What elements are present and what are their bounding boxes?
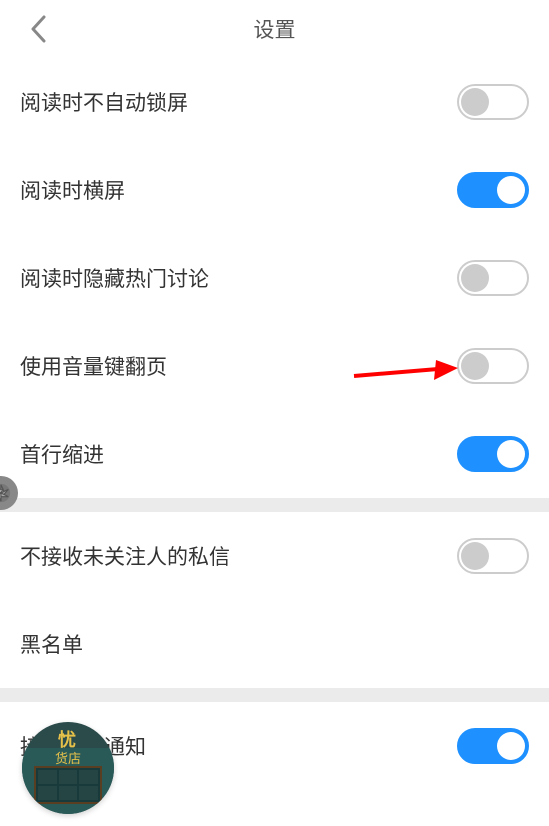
- toggle-volume-page[interactable]: [457, 348, 529, 384]
- floating-book-bubble[interactable]: 忧 货店: [22, 722, 114, 814]
- book-title-sub: 货店: [55, 748, 81, 767]
- page-title: 设置: [254, 14, 296, 44]
- row-auto-lock: 阅读时不自动锁屏: [0, 58, 549, 146]
- chevron-left-icon: [30, 15, 48, 43]
- toggle-auto-lock[interactable]: [457, 84, 529, 120]
- toggle-no-dm[interactable]: [457, 538, 529, 574]
- toggle-indent[interactable]: [457, 436, 529, 472]
- label-blacklist: 黑名单: [20, 629, 83, 659]
- section-divider: [0, 688, 549, 702]
- label-landscape: 阅读时横屏: [20, 175, 125, 205]
- section-divider: [0, 498, 549, 512]
- row-no-dm: 不接收未关注人的私信: [0, 512, 549, 600]
- label-auto-lock: 阅读时不自动锁屏: [20, 87, 188, 117]
- settings-list: 阅读时不自动锁屏 阅读时横屏 阅读时隐藏热门讨论 使用音量键翻页 首行缩进 不接…: [0, 58, 549, 790]
- row-volume-page: 使用音量键翻页: [0, 322, 549, 410]
- row-landscape: 阅读时横屏: [0, 146, 549, 234]
- toggle-hide-discussion[interactable]: [457, 260, 529, 296]
- row-hide-discussion: 阅读时隐藏热门讨论: [0, 234, 549, 322]
- book-shelf-icon: [34, 766, 102, 804]
- row-blacklist[interactable]: 黑名单: [0, 600, 549, 688]
- back-button[interactable]: [24, 14, 54, 44]
- label-no-dm: 不接收未关注人的私信: [20, 541, 230, 571]
- row-indent: 首行缩进: [0, 410, 549, 498]
- label-volume-page: 使用音量键翻页: [20, 351, 167, 381]
- toggle-landscape[interactable]: [457, 172, 529, 208]
- toggle-push[interactable]: [457, 728, 529, 764]
- label-hide-discussion: 阅读时隐藏热门讨论: [20, 263, 209, 293]
- label-indent: 首行缩进: [20, 439, 104, 469]
